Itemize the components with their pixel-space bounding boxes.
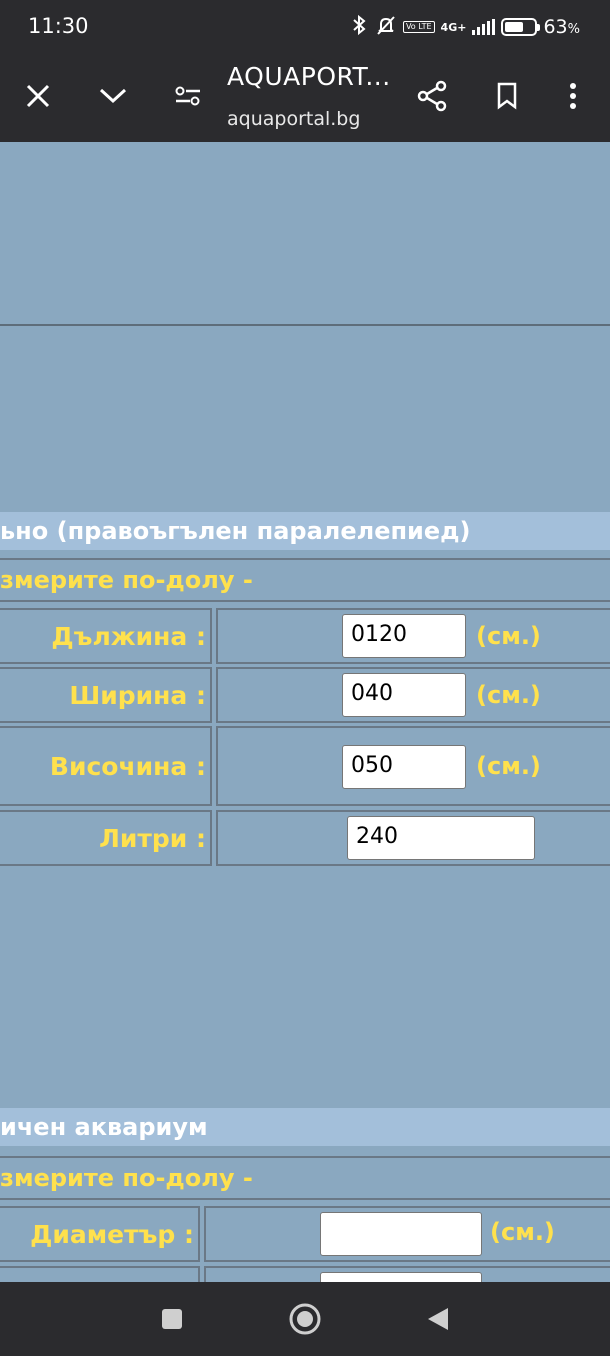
liters-row: Литри : 240 [0,810,610,868]
width-row: Ширина : 040 (см.) [0,667,610,725]
system-nav-bar [0,1282,610,1356]
next-row [0,1266,610,1282]
diameter-cell: (см.) [204,1206,610,1262]
width-label: Ширина : [0,667,212,723]
diameter-unit: (см.) [490,1218,555,1246]
battery-fill [505,22,524,32]
width-input[interactable]: 040 [342,673,466,717]
liters-label: Литри : [0,810,212,866]
status-bar: 11:30 Vo LTE 4G+ 63% [0,0,610,54]
share-button[interactable] [410,74,454,118]
cyl-section-title: ичен аквариум [0,1108,610,1146]
volte-badge: Vo LTE [402,21,435,33]
mute-bell-icon [375,14,397,41]
signal-icon [472,19,496,35]
diameter-row: Диаметър : (см.) [0,1206,610,1264]
chevron-down-icon [99,88,127,104]
back-triangle-icon [428,1308,448,1330]
liters-output[interactable]: 240 [347,816,535,860]
height-unit: (см.) [476,752,541,780]
web-content: ьно (правоъгълен паралелепиед) змерите п… [0,142,610,1282]
height-label: Височина : [0,726,212,806]
bluetooth-icon [351,14,369,41]
square-icon [162,1309,182,1329]
length-label: Дължина : [0,608,212,664]
battery-icon [501,18,541,36]
tune-icon [175,86,200,106]
next-input[interactable] [320,1272,482,1282]
width-unit: (см.) [476,681,541,709]
bookmark-icon [497,82,517,110]
height-row: Височина : 050 (см.) [0,726,610,808]
minimize-button[interactable] [91,74,135,118]
browser-toolbar: AQUAPORT... aquaportal.bg [0,54,610,142]
next-row-cell [204,1266,610,1282]
more-vert-icon [570,83,576,109]
network-type: 4G+ [440,20,467,34]
height-cell: 050 (см.) [216,726,610,806]
width-cell: 040 (см.) [216,667,610,723]
home-button[interactable] [285,1299,325,1339]
site-settings-button[interactable] [166,74,210,118]
rect-instruction: змерите по-долу - [0,558,610,602]
diameter-input[interactable] [320,1212,482,1256]
length-unit: (см.) [476,622,541,650]
length-cell: 0120 (см.) [216,608,610,664]
home-circle-icon [289,1303,321,1335]
more-menu-button[interactable] [551,74,595,118]
status-time: 11:30 [28,14,89,38]
rect-section-title: ьно (правоъгълен паралелепиед) [0,512,610,550]
next-row-label [0,1266,200,1282]
page-url[interactable]: aquaportal.bg [227,108,360,130]
recents-button[interactable] [152,1299,192,1339]
status-icons: Vo LTE 4G+ 63% [351,14,580,40]
close-icon [26,84,50,108]
battery-percent: 63% [543,16,580,38]
close-tab-button[interactable] [16,74,60,118]
page-title[interactable]: AQUAPORT... [227,62,391,91]
liters-cell: 240 [216,810,610,866]
cyl-instruction: змерите по-долу - [0,1156,610,1200]
diameter-label: Диаметър : [0,1206,200,1262]
back-button[interactable] [418,1299,458,1339]
share-icon [417,80,447,112]
length-input[interactable]: 0120 [342,614,466,658]
length-row: Дължина : 0120 (см.) [0,608,610,666]
height-input[interactable]: 050 [342,745,466,789]
bookmark-button[interactable] [485,74,529,118]
divider [0,324,610,326]
